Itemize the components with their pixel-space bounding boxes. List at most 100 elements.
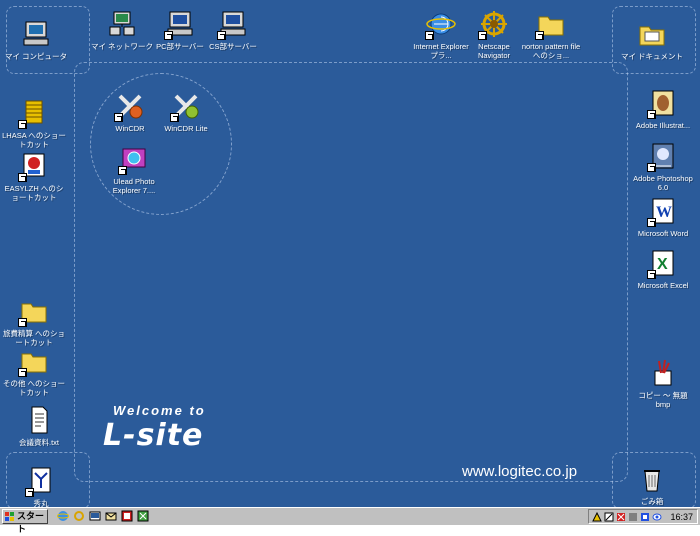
desktop-icon-lhasa[interactable]: LHASA へのショートカット bbox=[2, 97, 66, 149]
shortcut-arrow-icon bbox=[647, 270, 656, 279]
shortcut-arrow-icon bbox=[18, 120, 27, 129]
shortcut-arrow-icon bbox=[478, 31, 487, 40]
icon-label: WinCDR bbox=[115, 124, 145, 133]
tray-icon-6[interactable] bbox=[652, 512, 662, 522]
computer-icon bbox=[20, 18, 52, 50]
shortcut-arrow-icon bbox=[18, 173, 27, 182]
server-icon bbox=[217, 8, 249, 40]
desktop-icon-norton-pattern[interactable]: norton pattern file へのショ... bbox=[519, 8, 583, 60]
easylzh-icon bbox=[18, 150, 50, 182]
icon-label: 会議資料.txt bbox=[18, 438, 59, 447]
shortcut-arrow-icon bbox=[647, 110, 656, 119]
icon-label: マイ ドキュメント bbox=[620, 52, 684, 61]
icon-label: LHASA へのショートカット bbox=[2, 131, 66, 149]
shortcut-arrow-icon bbox=[18, 368, 27, 377]
folder-icon bbox=[18, 345, 50, 377]
icon-label: WinCDR Lite bbox=[164, 124, 208, 133]
desktop-icon-copy-bmp[interactable]: コピー ～ 無題 bmp bbox=[631, 357, 695, 409]
desktop[interactable]: Welcome to L-site www.logitec.co.jp マイ コ… bbox=[0, 0, 700, 507]
shortcut-arrow-icon bbox=[425, 31, 434, 40]
illustrator-icon bbox=[647, 87, 679, 119]
desktop-icon-travel-expense[interactable]: 旅費精算 へのショートカット bbox=[2, 295, 66, 347]
folder-icon bbox=[636, 18, 668, 50]
wallpaper-url-text: www.logitec.co.jp bbox=[462, 463, 578, 480]
desktop-icon-my-computer[interactable]: マイ コンピュータ bbox=[4, 18, 68, 61]
server-icon bbox=[164, 8, 196, 40]
quicklaunch-app-red-icon[interactable] bbox=[121, 510, 133, 522]
clock[interactable]: 16:37 bbox=[670, 511, 693, 523]
photoshop-icon bbox=[647, 140, 679, 172]
desktop-icon-ulead-photo[interactable]: Ulead Photo Explorer 7.... bbox=[102, 143, 166, 195]
tray-icon-2[interactable] bbox=[604, 512, 614, 522]
icon-label: Adobe Illustrat... bbox=[635, 121, 691, 130]
icon-label: 秀丸 bbox=[33, 499, 49, 507]
system-tray: 16:37 bbox=[588, 509, 698, 524]
quicklaunch-outlook-icon[interactable] bbox=[105, 510, 117, 522]
word-icon: W bbox=[647, 195, 679, 227]
desktop-icon-meeting-doc[interactable]: 会議資料.txt bbox=[7, 404, 71, 447]
tray-icon-5[interactable] bbox=[640, 512, 650, 522]
start-button[interactable]: スタート bbox=[2, 509, 48, 534]
desktop-icon-wincdr-lite[interactable]: WinCDR Lite bbox=[154, 90, 218, 133]
icon-label: Ulead Photo Explorer 7.... bbox=[112, 177, 156, 195]
desktop-icon-photoshop[interactable]: Adobe Photoshop 6.0 bbox=[631, 140, 695, 192]
tray-icon-3[interactable] bbox=[616, 512, 626, 522]
quicklaunch-desktop-icon[interactable] bbox=[89, 510, 101, 522]
icon-label: マイ コンピュータ bbox=[4, 52, 68, 61]
desktop-icon-my-network[interactable]: マイ ネットワーク bbox=[90, 8, 154, 51]
icon-label: コピー ～ 無題 bmp bbox=[638, 391, 688, 409]
shortcut-arrow-icon bbox=[164, 31, 173, 40]
hidemaru-icon bbox=[25, 465, 57, 497]
tray-icon-1[interactable] bbox=[592, 512, 602, 522]
shortcut-arrow-icon bbox=[647, 163, 656, 172]
wincdr-icon bbox=[114, 90, 146, 122]
folder-icon bbox=[18, 295, 50, 327]
desktop-icon-excel[interactable]: X Microsoft Excel bbox=[631, 247, 695, 290]
shortcut-arrow-icon bbox=[118, 166, 127, 175]
icon-label: EASYLZH へのショートカット bbox=[4, 184, 64, 202]
wincdr-lite-icon bbox=[170, 90, 202, 122]
desktop-icon-illustrator[interactable]: Adobe Illustrat... bbox=[631, 87, 695, 130]
tray-icon-4[interactable] bbox=[628, 512, 638, 522]
shortcut-arrow-icon bbox=[170, 113, 179, 122]
shortcut-arrow-icon bbox=[114, 113, 123, 122]
desktop-icon-recycle-bin[interactable]: ごみ箱 bbox=[620, 463, 684, 506]
paint-bitmap-icon bbox=[647, 357, 679, 389]
svg-text:X: X bbox=[657, 256, 668, 273]
icon-label: Netscape Navigator bbox=[477, 42, 511, 60]
netscape-icon bbox=[478, 8, 510, 40]
icon-label: ごみ箱 bbox=[640, 497, 664, 506]
svg-text:W: W bbox=[656, 204, 672, 221]
desktop-icon-my-documents[interactable]: マイ ドキュメント bbox=[620, 18, 684, 61]
folder-icon bbox=[535, 8, 567, 40]
desktop-icon-easylzh[interactable]: EASYLZH へのショートカット bbox=[2, 150, 66, 202]
icon-label: Microsoft Excel bbox=[637, 281, 689, 290]
desktop-icon-hidemaru[interactable]: 秀丸 bbox=[9, 465, 73, 507]
icon-label: norton pattern file へのショ... bbox=[521, 42, 581, 60]
desktop-icon-cs-server[interactable]: CS部サーバー bbox=[201, 8, 265, 51]
internet-explorer-icon bbox=[425, 8, 457, 40]
wallpaper-brand-logo: L-site bbox=[103, 418, 204, 453]
icon-label: Adobe Photoshop 6.0 bbox=[633, 174, 693, 192]
desktop-icon-wincdr[interactable]: WinCDR bbox=[98, 90, 162, 133]
icon-label: その他 へのショートカット bbox=[2, 379, 66, 397]
quicklaunch-ie-icon[interactable] bbox=[57, 510, 69, 522]
shortcut-arrow-icon bbox=[217, 31, 226, 40]
quicklaunch-netscape-icon[interactable] bbox=[73, 510, 85, 522]
desktop-icon-netscape[interactable]: Netscape Navigator bbox=[462, 8, 526, 60]
shortcut-arrow-icon bbox=[535, 31, 544, 40]
windows-flag-icon bbox=[5, 512, 14, 521]
icon-label: Microsoft Word bbox=[637, 229, 689, 238]
start-label: スタート bbox=[17, 511, 45, 534]
shortcut-arrow-icon bbox=[647, 218, 656, 227]
lhasa-icon bbox=[18, 97, 50, 129]
icon-label: マイ ネットワーク bbox=[90, 42, 154, 51]
wallpaper-welcome-text: Welcome to bbox=[113, 403, 206, 418]
desktop-icon-other[interactable]: その他 へのショートカット bbox=[2, 345, 66, 397]
desktop-icon-word[interactable]: W Microsoft Word bbox=[631, 195, 695, 238]
shortcut-arrow-icon bbox=[18, 318, 27, 327]
recycle-bin-icon bbox=[636, 463, 668, 495]
quicklaunch-app-green-icon[interactable] bbox=[137, 510, 149, 522]
ulead-photo-icon bbox=[118, 143, 150, 175]
shortcut-arrow-icon bbox=[25, 488, 34, 497]
